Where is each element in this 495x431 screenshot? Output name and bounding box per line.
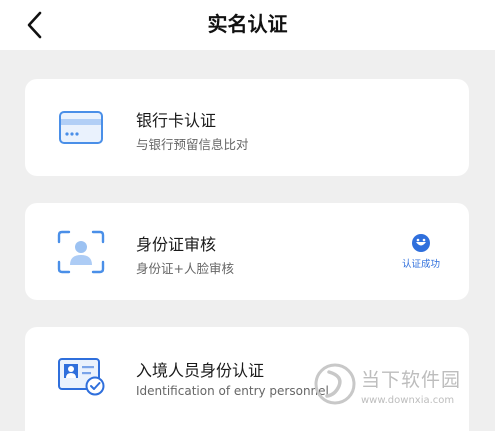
card-subtitle: Identification of entry personnel bbox=[136, 384, 329, 398]
page-title: 实名认证 bbox=[207, 12, 288, 36]
face-scan-icon bbox=[57, 230, 105, 274]
smile-icon bbox=[412, 234, 430, 252]
status-badge: 认证成功 bbox=[399, 233, 443, 270]
card-title: 入境人员身份认证 bbox=[136, 361, 265, 380]
bank-card-icon bbox=[59, 111, 103, 144]
card-title: 身份证审核 bbox=[136, 235, 217, 254]
id-card-auth-option[interactable]: 身份证审核 身份证+人脸审核 认证成功 bbox=[25, 203, 469, 300]
header: 实名认证 bbox=[0, 0, 495, 50]
id-card-check-icon bbox=[58, 358, 105, 396]
status-text: 认证成功 bbox=[401, 259, 440, 270]
card-subtitle: 身份证+人脸审核 bbox=[136, 261, 234, 276]
card-subtitle: 与银行预留信息比对 bbox=[136, 137, 249, 152]
card-title: 银行卡认证 bbox=[136, 111, 217, 130]
bank-card-auth-option[interactable]: 银行卡认证 与银行预留信息比对 bbox=[25, 79, 469, 176]
entry-personnel-auth-option[interactable]: 入境人员身份认证 Identification of entry personn… bbox=[25, 327, 469, 431]
